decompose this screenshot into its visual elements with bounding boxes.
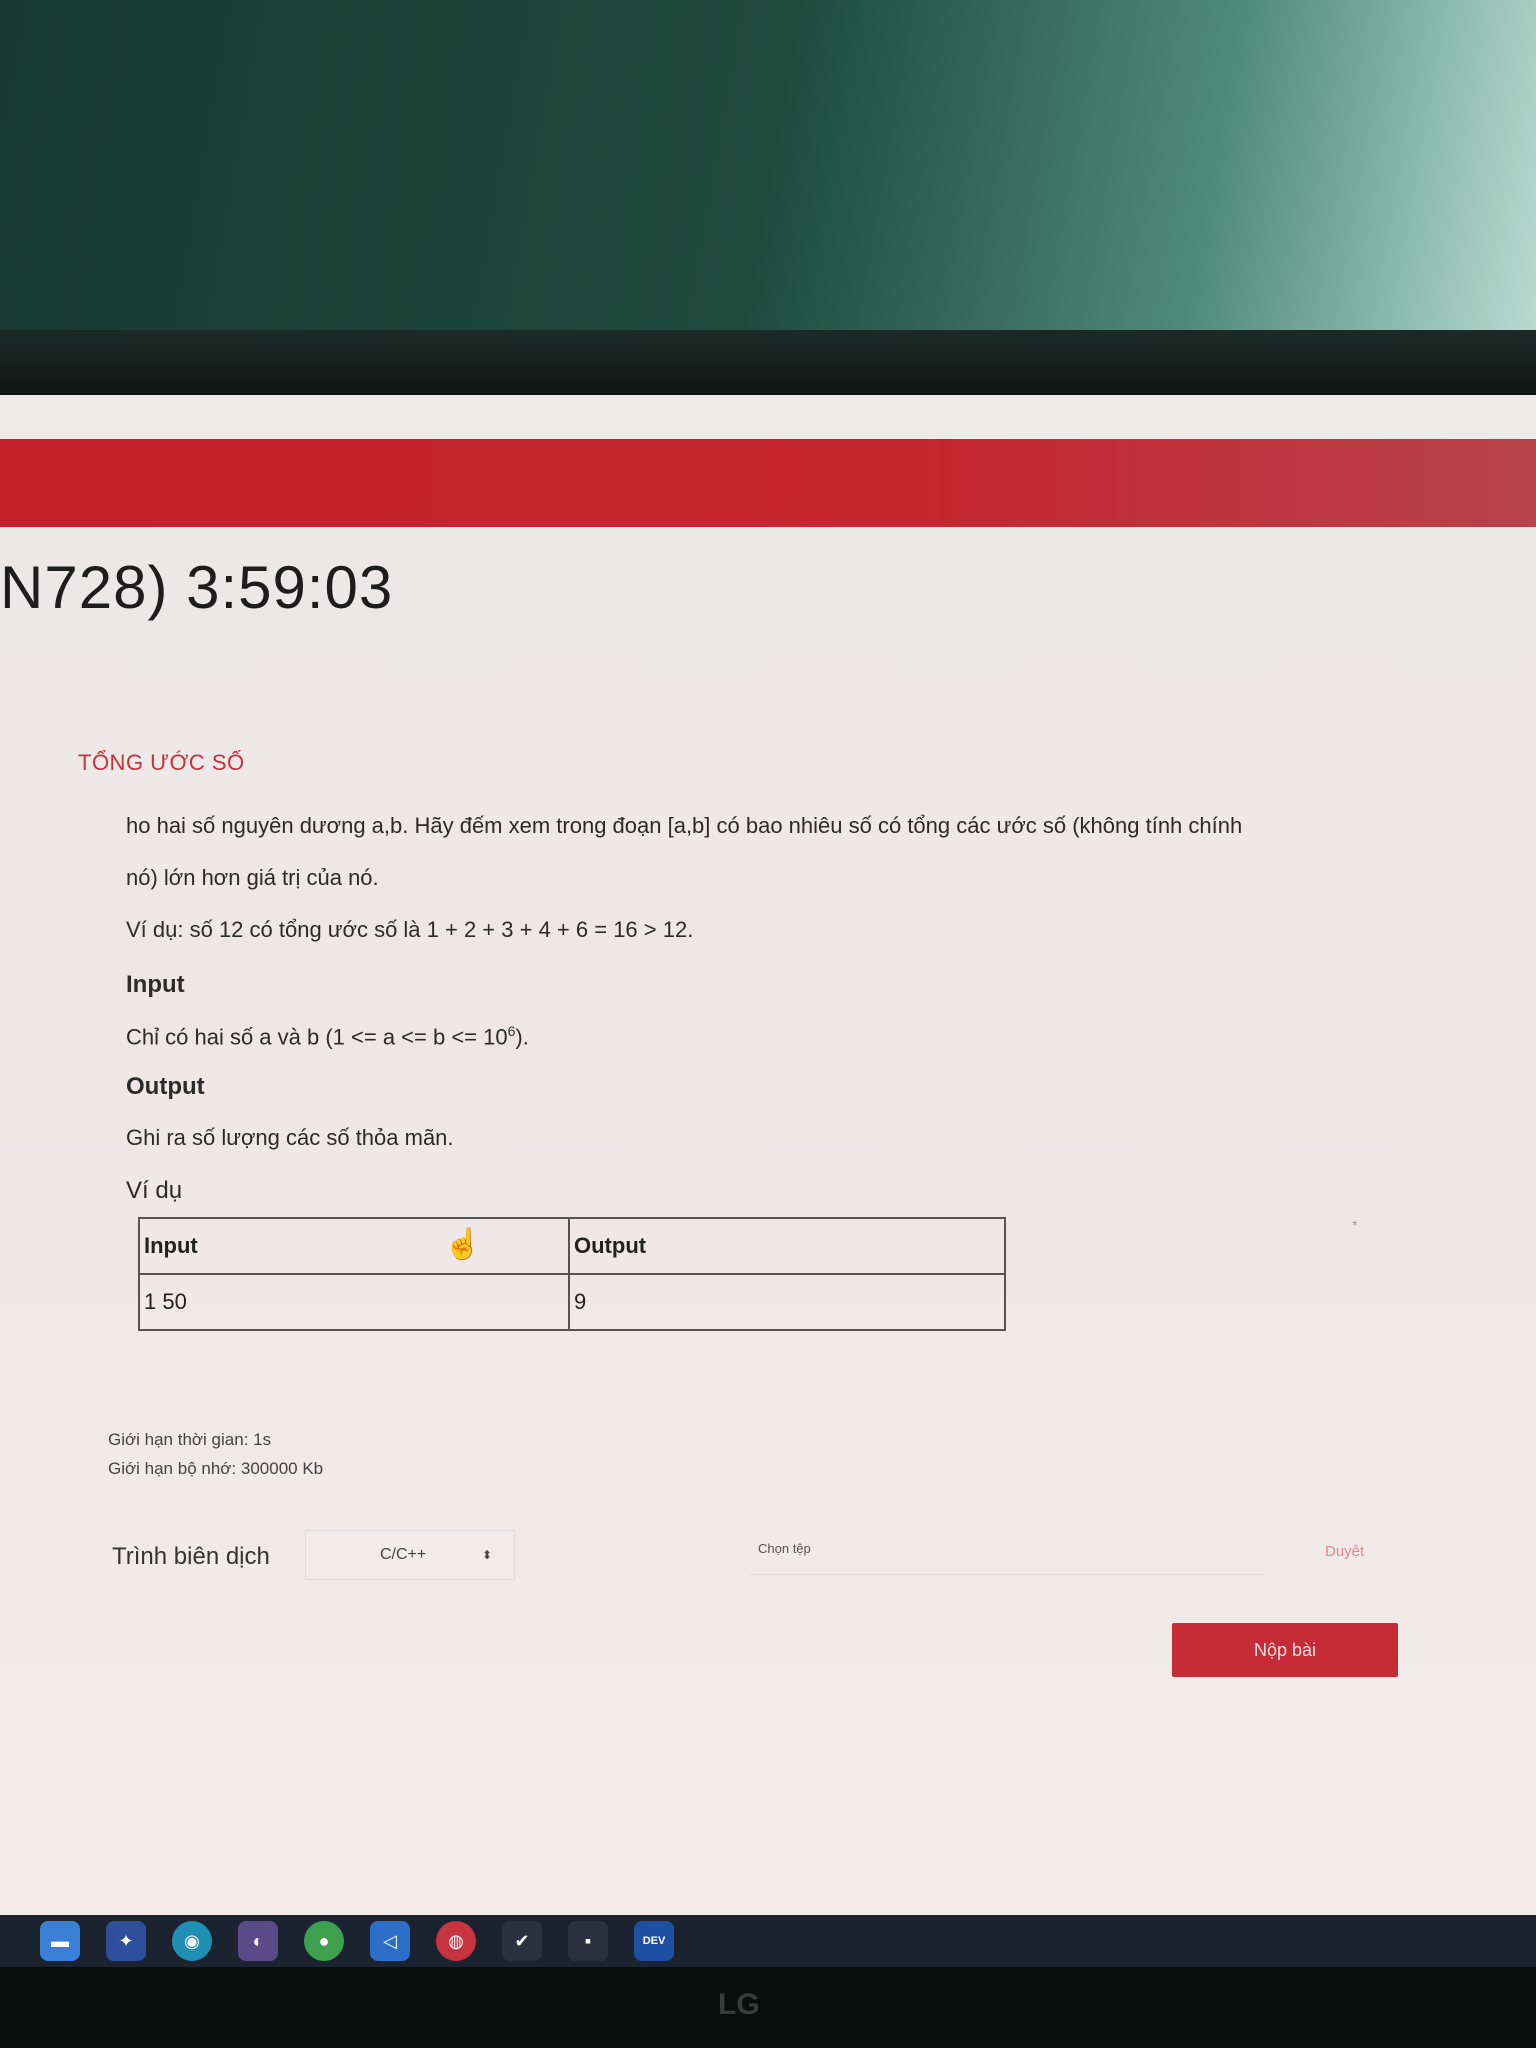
input-desc-prefix: Chỉ có hai số a và b (1 <= a <= b <= 10 — [126, 1024, 508, 1050]
table-header-row: Input Output — [138, 1217, 1006, 1275]
problem-title: TỔNG ƯỚC SỐ — [78, 750, 245, 775]
compiler-label: Trình biên dịch — [112, 1543, 270, 1570]
table-header-output: Output — [568, 1217, 1006, 1275]
table-header-input: Input — [138, 1217, 570, 1275]
example-heading: Ví dụ — [126, 1177, 183, 1204]
file-input[interactable]: Chọn tệp — [750, 1535, 1265, 1575]
header-bar — [0, 439, 1536, 527]
file-input-label: Chọn tệp — [758, 1541, 811, 1556]
app-icon-4[interactable]: ✔ — [502, 1921, 542, 1961]
submit-button[interactable]: Nộp bài — [1172, 1623, 1398, 1677]
select-arrows-icon: ⬍ — [481, 1548, 492, 1562]
table-cell-output: 9 — [568, 1273, 1006, 1331]
devcpp-label: DEV — [642, 1935, 666, 1947]
taskbar: ▬ ✦ ◉ ◐ ● ◁ ◍ ✔ ▪ DEV — [0, 1915, 1536, 1967]
memory-limit: Giới hạn bộ nhớ: 300000 Kb — [108, 1459, 324, 1478]
compiler-select[interactable]: C/C++ ⬍ — [305, 1530, 515, 1580]
browse-button[interactable]: Duyệt — [1325, 1543, 1364, 1560]
statement-line-1: ho hai số nguyên dương a,b. Hãy đếm xem … — [126, 813, 1243, 838]
input-heading: Input — [126, 971, 185, 998]
example-table: Input Output 1 50 9 — [138, 1217, 1006, 1331]
app-icon-3[interactable]: ◍ — [436, 1921, 476, 1961]
app-icon[interactable]: ✦ — [106, 1921, 146, 1961]
output-description: Ghi ra số lượng các số thỏa mãn. — [126, 1125, 454, 1150]
monitor-brand-logo: LG — [718, 1988, 760, 2021]
time-limit: Giới hạn thời gian: 1s — [108, 1430, 272, 1449]
table-row: 1 50 9 — [138, 1273, 1006, 1331]
browser-viewport: N728) 3:59:03 TỔNG ƯỚC SỐ ho hai số nguy… — [0, 395, 1536, 1915]
statement-line-2: nó) lớn hơn giá trị của nó. — [126, 865, 379, 890]
hand-cursor-icon: ☝ — [444, 1228, 482, 1261]
input-description: Chỉ có hai số a và b (1 <= a <= b <= 106… — [126, 1023, 529, 1050]
file-explorer-icon[interactable]: ▬ — [40, 1921, 80, 1961]
example-text: Ví dụ: số 12 có tổng ước số là 1 + 2 + 3… — [126, 917, 694, 942]
edge-icon[interactable]: ◉ — [172, 1921, 212, 1961]
app-icon-2[interactable]: ◐ — [238, 1921, 278, 1961]
output-heading: Output — [126, 1073, 205, 1100]
monitor-bezel-top — [0, 330, 1536, 396]
monitor-bezel-bottom — [0, 1967, 1536, 2048]
table-cell-input: 1 50 — [138, 1273, 570, 1331]
input-desc-suffix: ). — [515, 1024, 529, 1050]
chrome-icon[interactable]: ● — [304, 1921, 344, 1961]
background-wall — [0, 0, 1536, 340]
top-strip — [0, 395, 1536, 439]
app-icon-5[interactable]: ▪ — [568, 1921, 608, 1961]
contest-title-timer: N728) 3:59:03 — [0, 554, 394, 621]
compiler-select-value: C/C++ — [380, 1546, 427, 1563]
devcpp-icon[interactable]: DEV — [634, 1921, 674, 1961]
vscode-icon[interactable]: ◁ — [370, 1921, 410, 1961]
decorative-dot: * — [1352, 1217, 1358, 1233]
